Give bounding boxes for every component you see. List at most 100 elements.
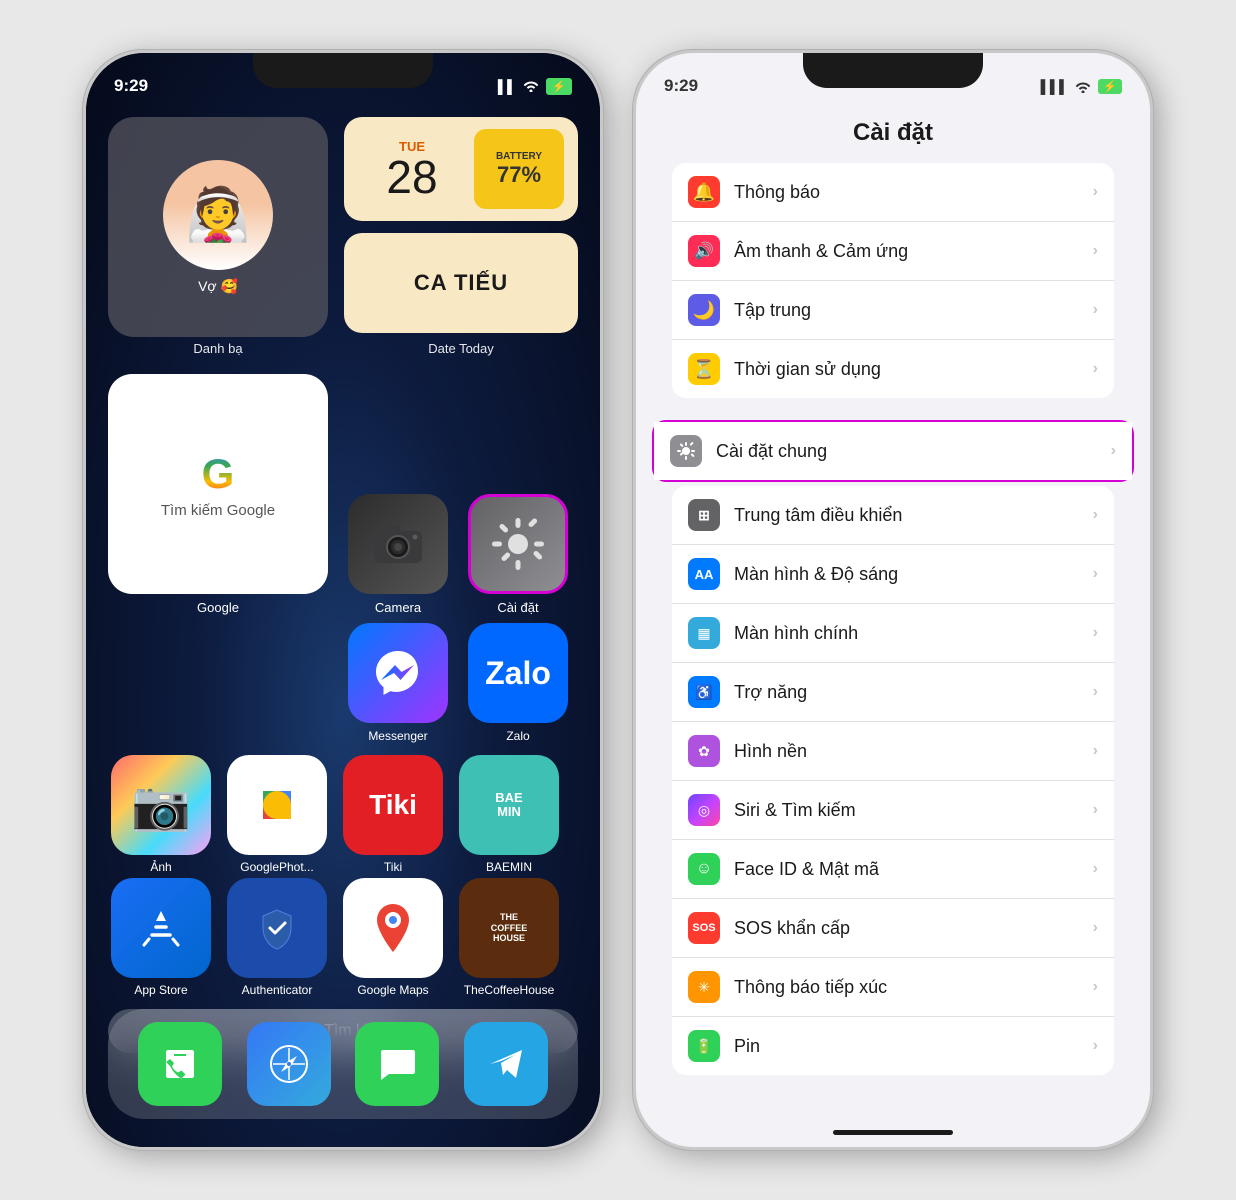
dock bbox=[108, 1009, 578, 1119]
accessibility-chevron: › bbox=[1093, 683, 1098, 701]
battery-pct: 77% bbox=[497, 162, 541, 188]
settings-item-accessibility[interactable]: ♿ Trợ năng › bbox=[672, 663, 1114, 722]
exposure-chevron: › bbox=[1093, 978, 1098, 996]
contact-name: Vợ 🥰 bbox=[198, 278, 238, 295]
tiki-wrap: Tiki Tiki bbox=[340, 755, 446, 874]
messenger-app-wrap: Messenger bbox=[348, 623, 448, 743]
settings-item-faceid[interactable]: ☺ Face ID & Mật mã › bbox=[672, 840, 1114, 899]
time-left: 9:29 bbox=[114, 76, 148, 96]
zalo-label: Zalo bbox=[506, 729, 529, 743]
gmaps-icon[interactable] bbox=[343, 878, 443, 978]
settings-item-screentime[interactable]: ⏳ Thời gian sử dụng › bbox=[672, 340, 1114, 398]
focus-label: Tập trung bbox=[734, 300, 1093, 321]
google-label: Google bbox=[197, 600, 239, 615]
screentime-icon: ⏳ bbox=[688, 353, 720, 385]
photos-icon[interactable]: 📷 bbox=[111, 755, 211, 855]
sound-chevron: › bbox=[1093, 242, 1098, 260]
google-search-text: Tìm kiếm Google bbox=[161, 502, 275, 519]
baemin-wrap: BAE MIN BAEMIN bbox=[456, 755, 562, 874]
settings-title: Cài đặt bbox=[636, 105, 1150, 163]
homescreen-chevron: › bbox=[1093, 624, 1098, 642]
photos-wrap: 📷 Ảnh bbox=[108, 755, 214, 874]
gphotos-label: GooglePhot... bbox=[240, 860, 313, 874]
zalo-app-icon[interactable]: Zalo bbox=[468, 623, 568, 723]
baemin-label: BAEMIN bbox=[486, 860, 532, 874]
battery-icon: ⚡ bbox=[546, 78, 572, 95]
notifications-label: Thông báo bbox=[734, 182, 1093, 203]
tiki-icon[interactable]: Tiki bbox=[343, 755, 443, 855]
notch-right bbox=[803, 53, 983, 88]
battery-label: BATTERY bbox=[496, 151, 542, 162]
settings-group-1: 🔔 Thông báo › 🔊 Âm thanh & Cảm ứng › 🌙 T… bbox=[672, 163, 1114, 398]
wallpaper-label: Hình nền bbox=[734, 741, 1093, 762]
screentime-chevron: › bbox=[1093, 360, 1098, 378]
settings-item-sound[interactable]: 🔊 Âm thanh & Cảm ứng › bbox=[672, 222, 1114, 281]
battery-label: Pin bbox=[734, 1036, 1093, 1057]
sound-label: Âm thanh & Cảm ứng bbox=[734, 241, 1093, 262]
gphotos-icon[interactable] bbox=[227, 755, 327, 855]
appstore-wrap: App Store bbox=[108, 878, 214, 997]
settings-item-display[interactable]: AA Màn hình & Độ sáng › bbox=[672, 545, 1114, 604]
safari-dock-icon[interactable] bbox=[247, 1022, 331, 1106]
gphotos-wrap: GooglePhot... bbox=[224, 755, 330, 874]
display-label: Màn hình & Độ sáng bbox=[734, 564, 1093, 585]
date-num: 28 bbox=[386, 154, 437, 200]
google-app-icon[interactable]: G Tìm kiếm Google bbox=[108, 374, 328, 594]
baemin-icon[interactable]: BAE MIN bbox=[459, 755, 559, 855]
schedule-widget[interactable]: CA TIẾU bbox=[344, 233, 578, 333]
faceid-label: Face ID & Mật mã bbox=[734, 859, 1093, 880]
status-icons-right: ▌▌▌ ⚡ bbox=[1041, 79, 1122, 94]
settings-item-wallpaper[interactable]: ✿ Hình nền › bbox=[672, 722, 1114, 781]
telegram-dock-icon[interactable] bbox=[464, 1022, 548, 1106]
wifi-icon bbox=[522, 78, 540, 95]
battery-right: ⚡ bbox=[1098, 79, 1122, 94]
google-g-icon: G bbox=[202, 450, 235, 498]
coffeehouse-icon[interactable]: THECOFFEEHOUSE bbox=[459, 878, 559, 978]
exposure-label: Thông báo tiếp xúc bbox=[734, 977, 1093, 998]
date-label: Date Today bbox=[344, 341, 578, 356]
contact-widget[interactable]: 👰 Vợ 🥰 bbox=[108, 117, 328, 337]
settings-app-icon[interactable] bbox=[468, 494, 568, 594]
icon-grid-row2: App Store Authenticator bbox=[86, 874, 600, 997]
controlcenter-icon: ⊞ bbox=[688, 499, 720, 531]
battery-chevron: › bbox=[1093, 1037, 1098, 1055]
general-label: Cài đặt chung bbox=[716, 441, 1111, 462]
phone-dock-icon[interactable] bbox=[138, 1022, 222, 1106]
settings-item-focus[interactable]: 🌙 Tập trung › bbox=[672, 281, 1114, 340]
settings-item-notifications[interactable]: 🔔 Thông báo › bbox=[672, 163, 1114, 222]
homescreen-icon: ▦ bbox=[688, 617, 720, 649]
photos-label: Ảnh bbox=[150, 860, 171, 874]
messages-dock-icon[interactable] bbox=[355, 1022, 439, 1106]
home-screen: 9:29 ▌▌ ⚡ 👰 Vợ 🥰 bbox=[86, 53, 600, 1147]
authenticator-icon[interactable] bbox=[227, 878, 327, 978]
signal-right: ▌▌▌ bbox=[1041, 79, 1069, 94]
display-icon: AA bbox=[688, 558, 720, 590]
controlcenter-label: Trung tâm điều khiển bbox=[734, 505, 1093, 526]
signal-icon: ▌▌ bbox=[498, 79, 516, 94]
widgets-row: 👰 Vợ 🥰 TUE 28 BATTERY 77% bbox=[86, 105, 600, 337]
coffeehouse-label: TheCoffeeHouse bbox=[464, 983, 555, 997]
status-icons-left: ▌▌ ⚡ bbox=[498, 78, 572, 95]
settings-item-siri[interactable]: ◎ Siri & Tìm kiếm › bbox=[672, 781, 1114, 840]
widget-right-col: TUE 28 BATTERY 77% CA TIẾU bbox=[344, 117, 578, 337]
gmaps-wrap: Google Maps bbox=[340, 878, 446, 997]
avatar: 👰 bbox=[163, 160, 273, 270]
settings-item-battery[interactable]: 🔋 Pin › bbox=[672, 1017, 1114, 1075]
cc-chevron: › bbox=[1093, 506, 1098, 524]
camera-app-icon[interactable] bbox=[348, 494, 448, 594]
home-indicator-right bbox=[833, 1130, 953, 1135]
settings-item-controlcenter[interactable]: ⊞ Trung tâm điều khiển › bbox=[672, 486, 1114, 545]
homescreen-label: Màn hình chính bbox=[734, 623, 1093, 644]
wallpaper-chevron: › bbox=[1093, 742, 1098, 760]
appstore-icon[interactable] bbox=[111, 878, 211, 978]
settings-item-exposure[interactable]: ✳ Thông báo tiếp xúc › bbox=[672, 958, 1114, 1017]
settings-item-general[interactable]: Cài đặt chung › bbox=[654, 422, 1132, 480]
settings-item-sos[interactable]: SOS SOS khẩn cấp › bbox=[672, 899, 1114, 958]
siri-chevron: › bbox=[1093, 801, 1098, 819]
sos-icon: SOS bbox=[688, 912, 720, 944]
settings-screen: 9:29 ▌▌▌ ⚡ Cài đặt 🔔 Thông báo › bbox=[636, 53, 1150, 1147]
settings-item-homescreen[interactable]: ▦ Màn hình chính › bbox=[672, 604, 1114, 663]
messenger-app-icon[interactable] bbox=[348, 623, 448, 723]
icon-grid-row1: 📷 Ảnh GooglePhot... bbox=[86, 747, 600, 874]
date-widget[interactable]: TUE 28 BATTERY 77% bbox=[344, 117, 578, 221]
